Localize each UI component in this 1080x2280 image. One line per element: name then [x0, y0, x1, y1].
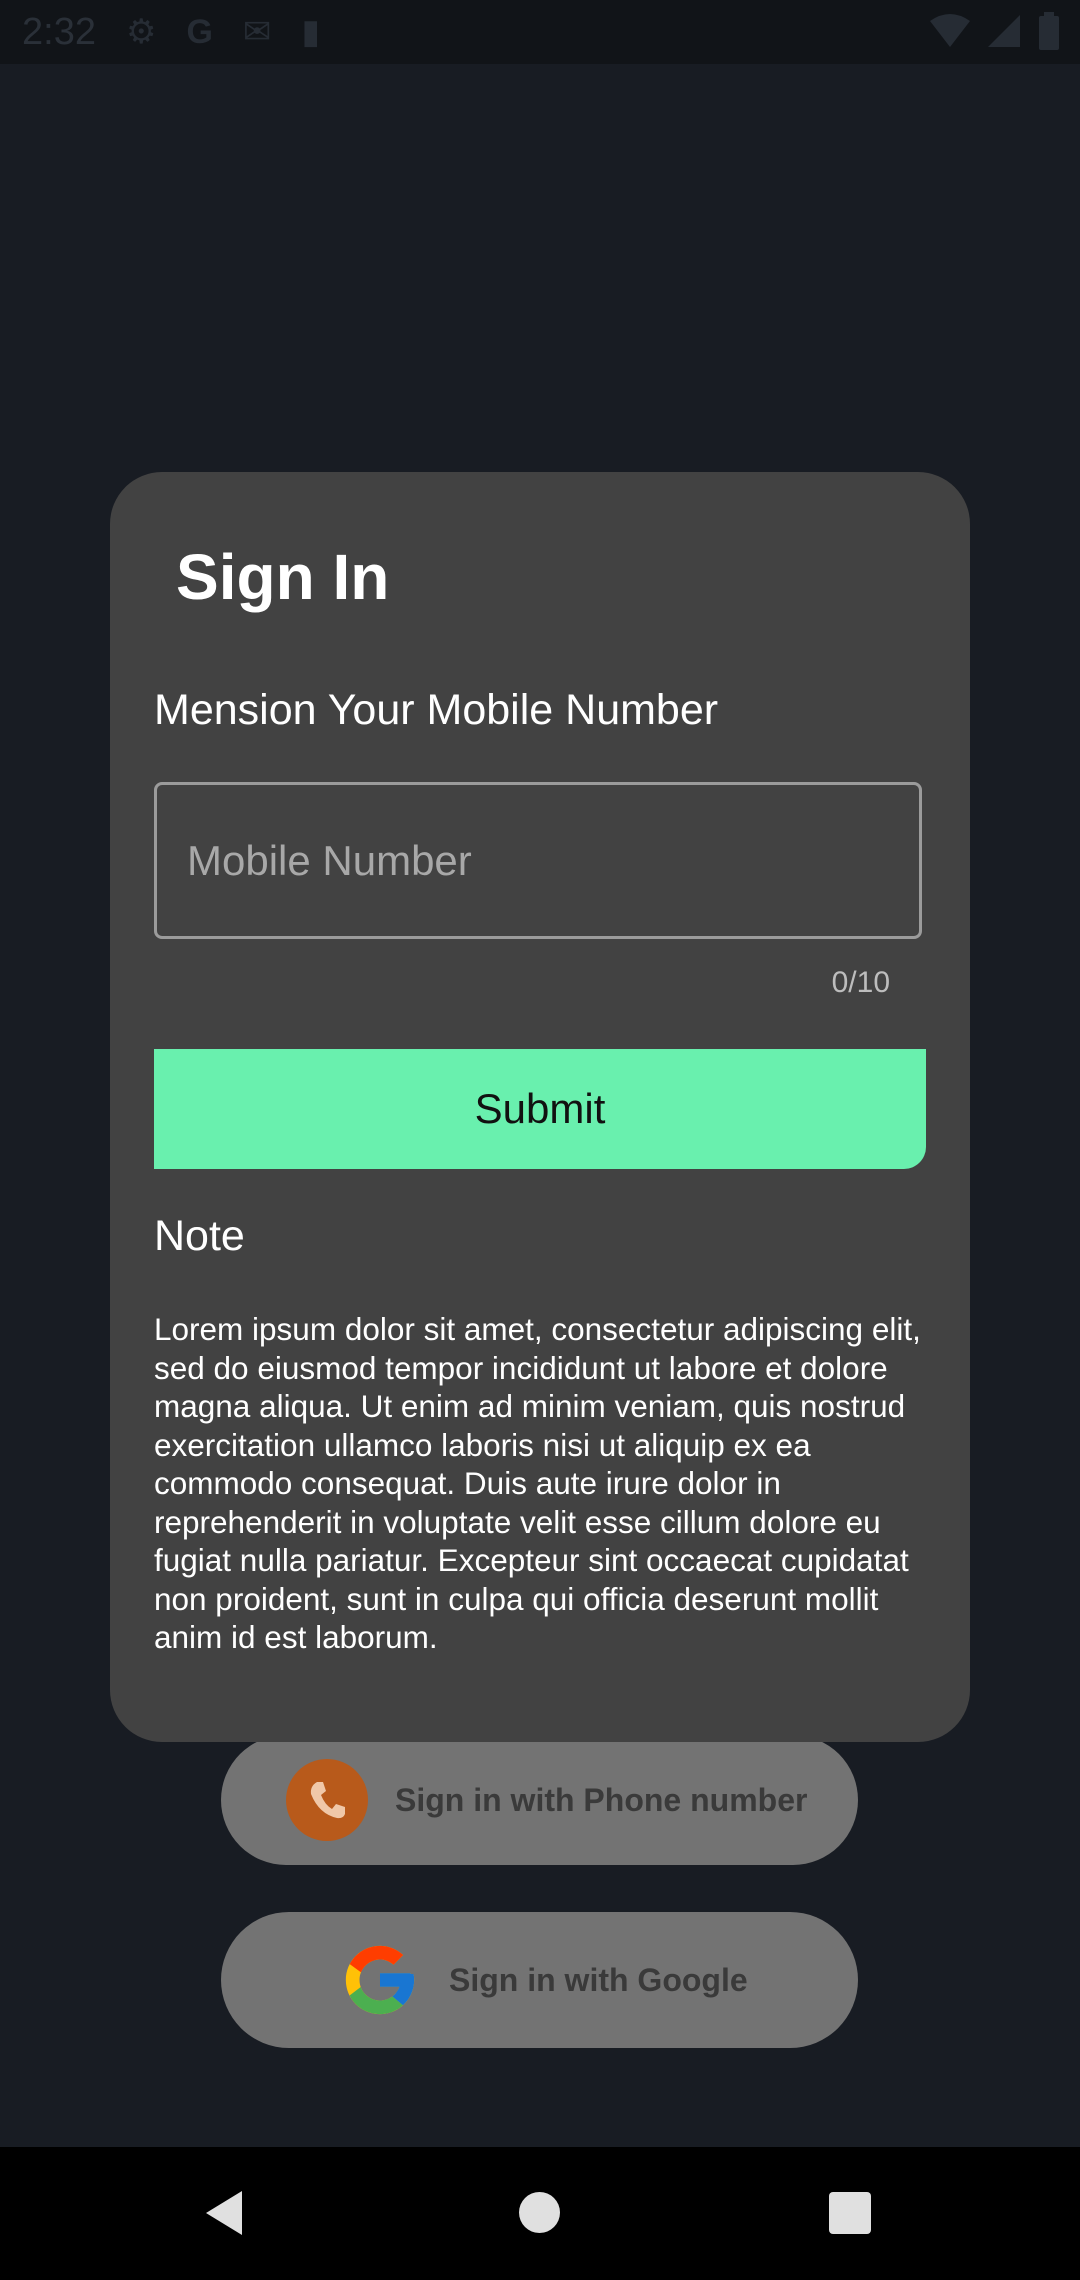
dialog-title: Sign In [176, 541, 390, 613]
home-icon[interactable] [519, 2192, 560, 2233]
status-time: 2:32 [22, 10, 96, 53]
signal-icon [988, 15, 1020, 47]
note-heading: Note [154, 1212, 245, 1260]
wifi-icon [930, 14, 970, 47]
gear-icon: ⚙ [125, 13, 157, 51]
google-g-icon: G [186, 13, 213, 51]
status-bar: 2:32 ⚙ G ✉ ▮ [0, 0, 1080, 64]
sign-in-google-label: Sign in with Google [449, 1961, 748, 1998]
recents-icon[interactable] [829, 2192, 871, 2234]
sign-in-phone-label: Sign in with Phone number [395, 1781, 808, 1818]
phone-icon [286, 1759, 368, 1841]
sign-in-phone-button[interactable]: Sign in with Phone number [221, 1735, 858, 1865]
google-logo-icon [345, 1945, 415, 2015]
gmail-icon: ✉ [242, 13, 272, 51]
battery-icon [1039, 12, 1059, 50]
mobile-number-input[interactable] [154, 782, 922, 939]
status-icons-left: ⚙ G ✉ ▮ [126, 12, 320, 52]
navigation-bar [0, 2147, 1080, 2280]
note-body: Lorem ipsum dolor sit amet, consectetur … [154, 1311, 921, 1655]
char-counter: 0/10 [831, 966, 890, 999]
status-icons-right [930, 12, 1060, 50]
sign-in-dialog: Sign In Mension Your Mobile Number 0/10 … [110, 472, 970, 1742]
sign-in-google-button[interactable]: Sign in with Google [221, 1912, 858, 2048]
dialog-subtitle: Mension Your Mobile Number [154, 686, 719, 734]
back-icon[interactable] [202, 2189, 246, 2237]
submit-button[interactable]: Submit [154, 1049, 926, 1169]
sd-card-icon: ▮ [301, 13, 321, 51]
